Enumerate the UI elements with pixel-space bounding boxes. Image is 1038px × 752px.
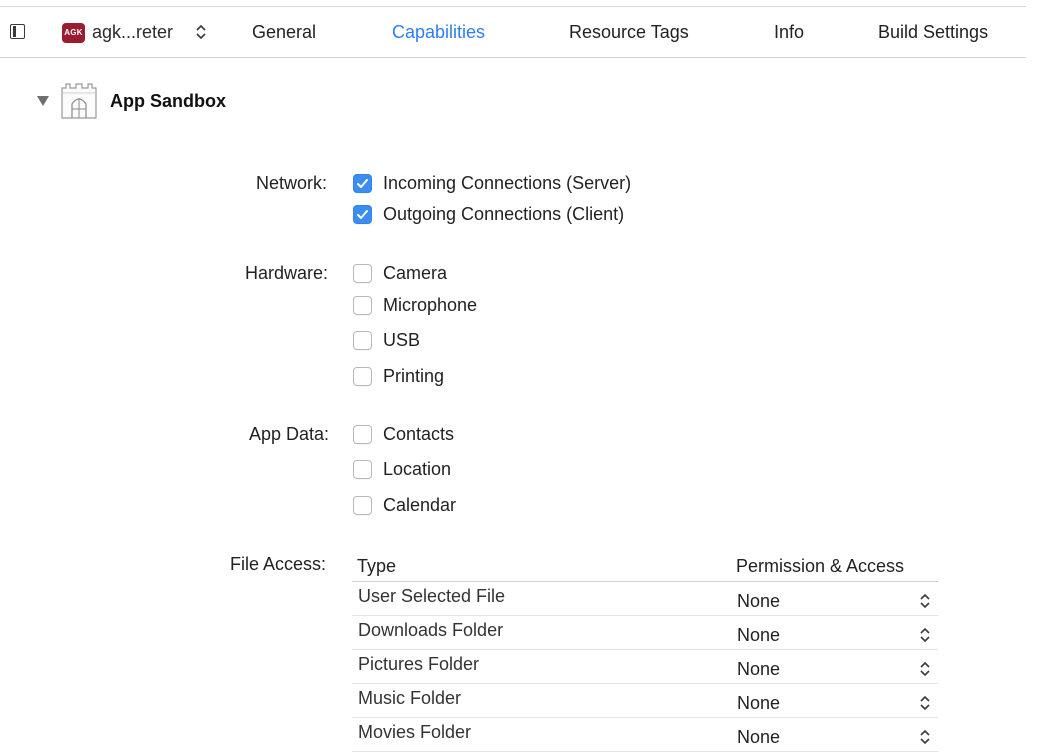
permission-popup[interactable]: None <box>737 693 780 714</box>
tab-build-settings[interactable]: Build Settings <box>878 22 988 43</box>
app-data-label: App Data: <box>249 424 330 444</box>
checkmark-icon <box>357 179 368 188</box>
table-row: Movies Folder None <box>352 718 938 752</box>
chevron-updown-icon[interactable] <box>919 727 931 747</box>
table-row: User Selected File None <box>352 582 938 616</box>
contacts-checkbox[interactable] <box>353 425 372 444</box>
table-header: Type Permission & Access <box>352 553 938 582</box>
location-checkbox[interactable] <box>353 460 372 479</box>
tab-capabilities[interactable]: Capabilities <box>392 22 485 43</box>
outgoing-connections-label: Outgoing Connections (Client) <box>383 204 625 224</box>
checkmark-icon <box>357 210 368 219</box>
tab-info[interactable]: Info <box>774 22 804 43</box>
incoming-connections-label: Incoming Connections (Server) <box>383 173 632 193</box>
contacts-label: Contacts <box>383 424 455 444</box>
target-app-icon: AGK <box>62 23 85 43</box>
microphone-label: Microphone <box>383 295 478 315</box>
target-selector[interactable]: agk...reter <box>92 22 173 43</box>
permission-popup[interactable]: None <box>737 625 780 646</box>
incoming-connections-checkbox[interactable] <box>353 174 372 193</box>
table-row: Music Folder None <box>352 684 938 718</box>
permission-popup[interactable]: None <box>737 727 780 748</box>
column-header-type[interactable]: Type <box>357 556 396 577</box>
sidebar-toggle-icon[interactable] <box>10 24 25 39</box>
printing-checkbox[interactable] <box>353 367 372 386</box>
row-type: Music Folder <box>358 688 462 708</box>
chevron-updown-icon[interactable] <box>919 591 931 611</box>
editor-tab-bar: AGK agk...reter General Capabilities Res… <box>0 0 1038 58</box>
usb-label: USB <box>383 330 421 350</box>
tab-bar-bottom-divider <box>0 57 1026 58</box>
network-label: Network: <box>256 173 328 193</box>
chevron-updown-icon[interactable] <box>194 22 208 42</box>
file-access-table: Type Permission & Access User Selected F… <box>352 553 938 752</box>
printing-label: Printing <box>383 366 445 386</box>
hardware-label: Hardware: <box>245 263 329 283</box>
sandbox-castle-icon <box>61 83 97 119</box>
usb-checkbox[interactable] <box>353 331 372 350</box>
table-row: Pictures Folder None <box>352 650 938 684</box>
tab-resource-tags[interactable]: Resource Tags <box>569 22 689 43</box>
chevron-updown-icon[interactable] <box>919 659 931 679</box>
calendar-label: Calendar <box>383 495 457 515</box>
camera-label: Camera <box>383 263 448 283</box>
camera-checkbox[interactable] <box>353 264 372 283</box>
row-type: User Selected File <box>358 586 506 606</box>
row-type: Downloads Folder <box>358 620 504 640</box>
tab-bar-top-divider <box>0 6 1026 7</box>
chevron-updown-icon[interactable] <box>919 693 931 713</box>
column-header-permission[interactable]: Permission & Access <box>736 556 904 577</box>
tab-general[interactable]: General <box>252 22 316 43</box>
permission-popup[interactable]: None <box>737 659 780 680</box>
row-type: Movies Folder <box>358 722 472 742</box>
chevron-updown-icon[interactable] <box>919 625 931 645</box>
permission-popup[interactable]: None <box>737 591 780 612</box>
table-row: Downloads Folder None <box>352 616 938 650</box>
calendar-checkbox[interactable] <box>353 496 372 515</box>
file-access-label: File Access: <box>230 554 327 574</box>
row-type: Pictures Folder <box>358 654 480 674</box>
disclosure-triangle-icon[interactable] <box>37 96 49 106</box>
location-label: Location <box>383 459 452 479</box>
microphone-checkbox[interactable] <box>353 296 372 315</box>
outgoing-connections-checkbox[interactable] <box>353 205 372 224</box>
section-title: App Sandbox <box>110 91 226 111</box>
